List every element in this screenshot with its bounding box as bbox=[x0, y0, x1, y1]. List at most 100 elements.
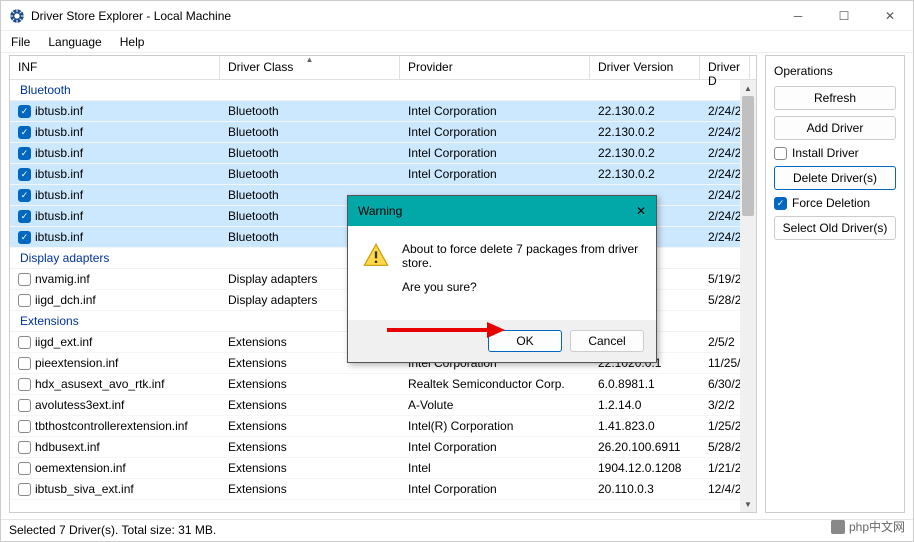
inf-name: ibtusb.inf bbox=[35, 230, 83, 244]
title-bar: Driver Store Explorer - Local Machine ─ … bbox=[1, 1, 913, 31]
ok-button[interactable]: OK bbox=[488, 330, 562, 352]
scroll-down-icon[interactable]: ▼ bbox=[740, 496, 756, 512]
menu-language[interactable]: Language bbox=[48, 35, 101, 49]
minimize-button[interactable]: ─ bbox=[775, 1, 821, 31]
cell-provider: Intel Corporation bbox=[400, 167, 590, 181]
row-checkbox[interactable] bbox=[18, 462, 31, 475]
cell-provider: Intel Corporation bbox=[400, 146, 590, 160]
row-checkbox[interactable] bbox=[18, 126, 31, 139]
cell-class: Bluetooth bbox=[220, 167, 400, 181]
row-checkbox[interactable] bbox=[18, 168, 31, 181]
row-checkbox[interactable] bbox=[18, 399, 31, 412]
col-inf[interactable]: INF bbox=[10, 56, 220, 79]
app-icon bbox=[9, 8, 25, 24]
cell-version: 6.0.8981.1 bbox=[590, 377, 700, 391]
table-row[interactable]: hdbusext.infExtensionsIntel Corporation2… bbox=[10, 437, 756, 458]
table-row[interactable]: ibtusb_siva_ext.inf ExtensionsIntel Corpo… bbox=[10, 479, 756, 500]
warning-icon bbox=[362, 242, 390, 270]
cell-class: Extensions bbox=[220, 440, 400, 454]
dialog-close-icon[interactable]: ✕ bbox=[636, 204, 646, 218]
operations-panel: Operations Refresh Add Driver Install Dr… bbox=[765, 55, 905, 513]
row-checkbox[interactable] bbox=[18, 441, 31, 454]
delete-drivers-button[interactable]: Delete Driver(s) bbox=[774, 166, 896, 190]
inf-name: hdx_asusext_avo_rtk.inf bbox=[35, 377, 164, 391]
cell-class: Extensions bbox=[220, 461, 400, 475]
inf-name: oemextension.inf bbox=[35, 461, 126, 475]
col-provider[interactable]: Provider bbox=[400, 56, 590, 79]
cell-version: 22.130.0.2 bbox=[590, 125, 700, 139]
inf-name: ibtusb.inf bbox=[35, 188, 83, 202]
row-checkbox[interactable] bbox=[18, 231, 31, 244]
table-row[interactable]: tbthostcontrollerextension.infExtensions… bbox=[10, 416, 756, 437]
inf-name: iigd_dch.inf bbox=[35, 293, 96, 307]
menu-bar: File Language Help bbox=[1, 31, 913, 53]
force-deletion-check[interactable]: Force Deletion bbox=[774, 196, 896, 210]
table-row[interactable]: ibtusb.inf BluetoothIntel Corporation22.1… bbox=[10, 164, 756, 185]
table-row[interactable]: avolutess3ext.inf ExtensionsA-Volute1.2.1… bbox=[10, 395, 756, 416]
inf-name: ibtusb.inf bbox=[35, 167, 83, 181]
cell-provider: Intel Corporation bbox=[400, 125, 590, 139]
cell-provider: Intel Corporation bbox=[400, 104, 590, 118]
row-checkbox[interactable] bbox=[18, 189, 31, 202]
cell-class: Bluetooth bbox=[220, 104, 400, 118]
cell-version: 22.130.0.2 bbox=[590, 104, 700, 118]
row-checkbox[interactable] bbox=[18, 420, 31, 433]
row-checkbox[interactable] bbox=[18, 147, 31, 160]
row-checkbox[interactable] bbox=[18, 210, 31, 223]
cell-provider: Intel(R) Corporation bbox=[400, 419, 590, 433]
watermark: php中文网 bbox=[831, 518, 905, 535]
col-date[interactable]: Driver D bbox=[700, 56, 750, 79]
col-class[interactable]: Driver Class▲ bbox=[220, 56, 400, 79]
table-row[interactable]: ibtusb.infBluetoothIntel Corporation22.1… bbox=[10, 143, 756, 164]
maximize-button[interactable]: ☐ bbox=[821, 1, 867, 31]
scroll-up-icon[interactable]: ▲ bbox=[740, 80, 756, 96]
add-driver-button[interactable]: Add Driver bbox=[774, 116, 896, 140]
row-checkbox[interactable] bbox=[18, 336, 31, 349]
row-checkbox[interactable] bbox=[18, 483, 31, 496]
table-row[interactable]: oemextension.inf ExtensionsIntel1904.12.0… bbox=[10, 458, 756, 479]
inf-name: ibtusb.inf bbox=[35, 209, 83, 223]
table-row[interactable]: ibtusb.infBluetoothIntel Corporation22.1… bbox=[10, 122, 756, 143]
inf-name: pieextension.inf bbox=[35, 356, 118, 370]
cell-class: Extensions bbox=[220, 398, 400, 412]
cell-provider: Intel Corporation bbox=[400, 482, 590, 496]
close-button[interactable]: ✕ bbox=[867, 1, 913, 31]
cell-provider: Intel bbox=[400, 461, 590, 475]
inf-name: ibtusb_siva_ext.inf bbox=[35, 482, 134, 496]
watermark-logo-icon bbox=[831, 520, 845, 534]
row-checkbox[interactable] bbox=[18, 105, 31, 118]
scrollbar[interactable]: ▲ ▼ bbox=[740, 80, 756, 512]
row-checkbox[interactable] bbox=[18, 378, 31, 391]
cell-class: Extensions bbox=[220, 482, 400, 496]
inf-name: ibtusb.inf bbox=[35, 146, 83, 160]
table-row[interactable]: hdx_asusext_avo_rtk.infExtensionsRealtek… bbox=[10, 374, 756, 395]
warning-dialog: Warning ✕ About to force delete 7 packag… bbox=[347, 195, 657, 363]
inf-name: avolutess3ext.inf bbox=[35, 398, 124, 412]
sort-indicator-icon: ▲ bbox=[306, 55, 314, 64]
install-driver-check[interactable]: Install Driver bbox=[774, 146, 896, 160]
table-row[interactable]: ibtusb.infBluetoothIntel Corporation22.1… bbox=[10, 101, 756, 122]
cancel-button[interactable]: Cancel bbox=[570, 330, 644, 352]
cell-provider: Intel Corporation bbox=[400, 440, 590, 454]
cell-provider: A-Volute bbox=[400, 398, 590, 412]
inf-name: tbthostcontrollerextension.inf bbox=[35, 419, 188, 433]
inf-name: nvamig.inf bbox=[35, 272, 90, 286]
row-checkbox[interactable] bbox=[18, 273, 31, 286]
group-header[interactable]: Bluetooth bbox=[10, 80, 756, 101]
menu-file[interactable]: File bbox=[11, 35, 30, 49]
cell-version: 1904.12.0.1208 bbox=[590, 461, 700, 475]
scrollbar-thumb[interactable] bbox=[742, 96, 754, 216]
cell-class: Bluetooth bbox=[220, 125, 400, 139]
refresh-button[interactable]: Refresh bbox=[774, 86, 896, 110]
row-checkbox[interactable] bbox=[18, 294, 31, 307]
inf-name: hdbusext.inf bbox=[35, 440, 100, 454]
select-old-drivers-button[interactable]: Select Old Driver(s) bbox=[774, 216, 896, 240]
menu-help[interactable]: Help bbox=[120, 35, 145, 49]
cell-version: 1.2.14.0 bbox=[590, 398, 700, 412]
column-headers: INF Driver Class▲ Provider Driver Versio… bbox=[10, 56, 756, 80]
col-version[interactable]: Driver Version bbox=[590, 56, 700, 79]
cell-class: Extensions bbox=[220, 377, 400, 391]
cell-version: 22.130.0.2 bbox=[590, 146, 700, 160]
row-checkbox[interactable] bbox=[18, 357, 31, 370]
cell-version: 22.130.0.2 bbox=[590, 167, 700, 181]
